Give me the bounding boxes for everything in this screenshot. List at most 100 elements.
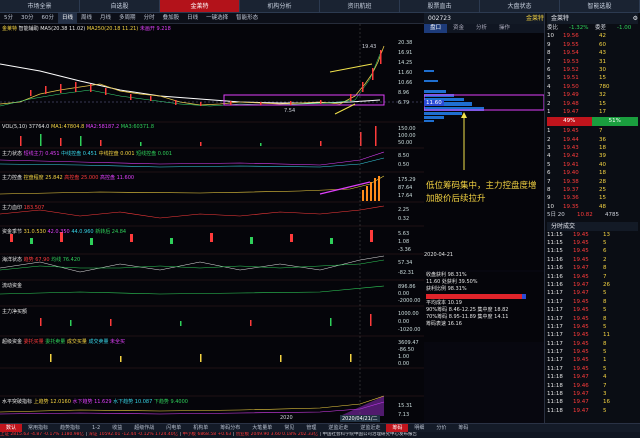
- day-select[interactable]: 日线: [183, 13, 202, 24]
- period-60m[interactable]: 60分: [38, 13, 59, 24]
- ticks-title: 分时成交: [547, 221, 638, 231]
- sell-order-row[interactable]: 3 19.49 32: [547, 91, 638, 99]
- status-bar: 上证 2815.63 -4.87 -0.17% 1180.98亿 | 深证 10…: [0, 432, 640, 438]
- one-click-select[interactable]: 一键选择: [202, 13, 232, 24]
- tick-row[interactable]: 11:17 19.47 5: [547, 289, 638, 297]
- annotation-text: 低位筹码集中，主力控盘度增加股价后续拉升: [426, 181, 537, 204]
- smart-pattern[interactable]: 智能形态: [232, 13, 262, 24]
- nav-smart-pick[interactable]: 智能选股: [560, 0, 640, 12]
- buy-order-row[interactable]: 7 19.38 28: [547, 178, 638, 186]
- period-5m[interactable]: 5分: [0, 13, 17, 24]
- sell-order-row[interactable]: 8 19.54 43: [547, 49, 638, 57]
- settings-icon[interactable]: ⚙: [633, 13, 638, 24]
- tick-row[interactable]: 11:15 19.45 5: [547, 239, 638, 247]
- tab-funds[interactable]: 资金: [447, 24, 470, 33]
- tab-13[interactable]: 逆监近走: [354, 424, 386, 432]
- sell-order-row[interactable]: 5 19.51 15: [547, 74, 638, 82]
- tick-row[interactable]: 11:16 19.47 8: [547, 264, 638, 272]
- intraday[interactable]: 分时: [140, 13, 159, 24]
- overlay-stock[interactable]: 叠加股: [159, 13, 184, 24]
- buy-order-row[interactable]: 2 19.44 36: [547, 136, 638, 144]
- sell-order-row[interactable]: 10 19.56 42: [547, 32, 638, 40]
- period-30m[interactable]: 30分: [17, 13, 38, 24]
- tab-1[interactable]: 常用指标: [22, 424, 54, 432]
- tab-8[interactable]: 筹码分布: [214, 424, 246, 432]
- tab-9[interactable]: 大笔量单: [246, 424, 278, 432]
- tab-11[interactable]: 管理: [300, 424, 322, 432]
- cycle-pane-label: 主力血印 183.507: [2, 205, 45, 211]
- tick-row[interactable]: 11:17 19.45 8: [547, 340, 638, 348]
- nav-stock-direct[interactable]: 股票直击: [400, 0, 480, 12]
- sell-order-row[interactable]: 7 19.53 31: [547, 58, 638, 66]
- buy-order-row[interactable]: 3 19.43 18: [547, 144, 638, 152]
- tick-row[interactable]: 11:16 19.45 2: [547, 256, 638, 264]
- chart-area[interactable]: 金莱特 智能辅助 MA5(20.38 11.02) MA250(20.18 11…: [0, 24, 424, 432]
- tab-operation[interactable]: 操作: [493, 24, 516, 33]
- multi-period[interactable]: 多周期: [115, 13, 140, 24]
- tab-10[interactable]: 常见: [278, 424, 300, 432]
- tick-row[interactable]: 11:16 19.47 26: [547, 281, 638, 289]
- tick-row[interactable]: 11:18 19.47 16: [547, 398, 638, 406]
- tick-row[interactable]: 11:17 19.45 5: [547, 306, 638, 314]
- nav-stock[interactable]: 金莱特: [160, 0, 240, 12]
- tab-14[interactable]: 筹码: [386, 424, 409, 432]
- tick-row[interactable]: 11:18 19.47 3: [547, 390, 638, 398]
- order-book-title: 金莱特 ⚙: [547, 13, 638, 24]
- tab-6[interactable]: 闪电单: [160, 424, 187, 432]
- tab-15[interactable]: 明细: [408, 424, 430, 432]
- tab-analysis[interactable]: 分析: [470, 24, 493, 33]
- period-day[interactable]: 日线: [58, 12, 78, 24]
- nav-institution[interactable]: 机构分析: [240, 0, 320, 12]
- sell-order-row[interactable]: 4 19.50 780: [547, 83, 638, 91]
- tab-17[interactable]: 筹码: [452, 424, 474, 432]
- buy-order-row[interactable]: 9 19.36 15: [547, 194, 638, 202]
- index-zx[interactable]: 中小板 6868.58 +0.63: [183, 432, 232, 437]
- tab-7[interactable]: 机构单: [187, 424, 214, 432]
- buy-order-row[interactable]: 5 19.41 40: [547, 161, 638, 169]
- tick-row[interactable]: 11:18 19.47 5: [547, 407, 638, 415]
- tick-row[interactable]: 11:17 19.45 1: [547, 356, 638, 364]
- tick-row[interactable]: 11:18 19.46 7: [547, 382, 638, 390]
- buy-order-row[interactable]: 6 19.40 18: [547, 169, 638, 177]
- chip-date: 2020-04-21: [424, 252, 454, 258]
- tab-3[interactable]: 1-2: [86, 424, 106, 432]
- nav-news[interactable]: 资讯航班: [320, 0, 400, 12]
- tab-12[interactable]: 逆监近走: [322, 424, 354, 432]
- period-week[interactable]: 周线: [77, 13, 96, 24]
- tab-16[interactable]: 分价: [430, 424, 452, 432]
- tick-row[interactable]: 11:15 19.45 13: [547, 231, 638, 239]
- chart-svg: [0, 24, 424, 423]
- index-sh[interactable]: 上证 2815.63 -4.87 -0.17% 1180.98亿: [0, 432, 84, 437]
- sell-order-row[interactable]: 1 19.47 17: [547, 108, 638, 116]
- buy-order-row[interactable]: 10 19.35 48: [547, 203, 638, 211]
- tab-4[interactable]: 收益: [106, 424, 128, 432]
- index-cy[interactable]: 创业板 2049.90 3.60 0.18% 202.33亿: [236, 432, 318, 437]
- sell-order-row[interactable]: 9 19.55 60: [547, 41, 638, 49]
- tick-row[interactable]: 11:17 19.45 5: [547, 348, 638, 356]
- tick-row[interactable]: 11:18 19.47 4: [547, 373, 638, 381]
- tab-5[interactable]: 超级作战: [128, 424, 160, 432]
- tab-0[interactable]: 数认: [0, 424, 23, 432]
- tick-row[interactable]: 11:17 19.45 5: [547, 365, 638, 373]
- tab-pankou[interactable]: 盘口: [424, 24, 448, 33]
- tick-row[interactable]: 11:16 19.45 7: [547, 273, 638, 281]
- sell-order-row[interactable]: 6 19.52 30: [547, 66, 638, 74]
- cursor-date: 2020/04/21/二: [340, 415, 380, 422]
- chip-stats: 收盘获利 98.31% 11.60 处获利 39.50% 获利比例 98.31%…: [424, 272, 544, 342]
- buy-order-row[interactable]: 8 19.37 25: [547, 186, 638, 194]
- nav-watchlist[interactable]: 自选股: [80, 0, 160, 12]
- news-ticker[interactable]: 中国社会科学院中国公司治理研究中心发布报告: [322, 432, 417, 437]
- tick-row[interactable]: 11:17 19.45 8: [547, 298, 638, 306]
- buy-order-row[interactable]: 1 19.45 7: [547, 127, 638, 135]
- index-sz[interactable]: 深证 10592.01 -12.44 -0.12% 1724.40亿: [88, 432, 178, 437]
- tick-row[interactable]: 11:17 19.45 5: [547, 323, 638, 331]
- period-month[interactable]: 月线: [96, 13, 115, 24]
- tick-row[interactable]: 11:17 19.45 11: [547, 331, 638, 339]
- tab-2[interactable]: 趋势指标: [54, 424, 86, 432]
- nav-market[interactable]: 市场全景: [0, 0, 80, 12]
- tick-row[interactable]: 11:17 19.45 8: [547, 315, 638, 323]
- nav-market-status[interactable]: 大盘状态: [480, 0, 560, 12]
- tick-row[interactable]: 11:15 19.45 6: [547, 247, 638, 255]
- buy-order-row[interactable]: 4 19.42 39: [547, 152, 638, 160]
- sell-order-row[interactable]: 2 19.48 15: [547, 100, 638, 108]
